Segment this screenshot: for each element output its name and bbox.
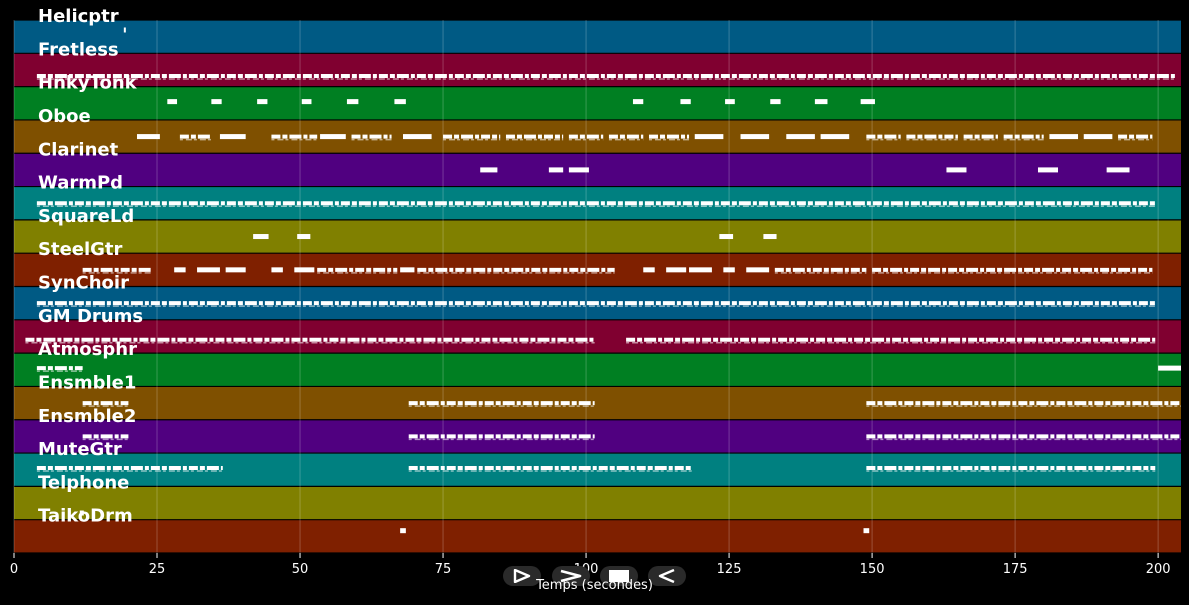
track-label: SteelGtr [38, 239, 123, 260]
track-label: Helicptr [38, 6, 119, 27]
note [1158, 365, 1181, 371]
track-label: Atmosphr [38, 339, 137, 360]
note [863, 528, 870, 534]
note [320, 134, 346, 140]
fast-forward-icon [560, 569, 582, 583]
note [253, 234, 269, 240]
note [946, 167, 967, 173]
note [1037, 167, 1059, 173]
note [123, 27, 126, 33]
track-label: Ensmble1 [38, 372, 136, 393]
note [770, 99, 781, 105]
track-band [14, 219, 1181, 254]
note [480, 167, 498, 173]
note [680, 99, 691, 105]
track-label: Oboe [38, 106, 91, 127]
step-forward-icon [513, 569, 531, 583]
track-band [14, 519, 1181, 553]
track-label: Telphone [38, 472, 129, 493]
x-tick-label: 50 [292, 562, 309, 577]
note [548, 167, 564, 173]
x-tick-label: 175 [1003, 562, 1028, 577]
piano-roll-chart: Helicptr Fretless HnkyTonk Oboe Clarinet Warm… [10, 6, 1181, 577]
track-band [14, 86, 1181, 120]
stop-button[interactable] [600, 566, 638, 586]
note [400, 267, 415, 273]
note [271, 267, 283, 273]
note [136, 134, 160, 140]
track-label: MuteGtr [38, 439, 122, 460]
note [174, 267, 186, 273]
note [403, 134, 432, 140]
track-band [14, 486, 1181, 520]
track-label: Fretless [38, 39, 119, 60]
note [167, 99, 178, 105]
x-tick-label: 150 [860, 562, 885, 577]
note [294, 267, 315, 273]
x-tick-label: 75 [435, 562, 452, 577]
note [689, 267, 712, 273]
track-label: SquareLd [38, 206, 134, 227]
x-tick-label: 25 [149, 562, 166, 577]
rewind-button[interactable] [648, 566, 686, 586]
track-label: WarmPd [38, 173, 123, 194]
note [568, 167, 589, 173]
track-label: Clarinet [38, 139, 119, 160]
note [400, 528, 406, 534]
track-band [14, 319, 1181, 354]
stop-icon [609, 570, 629, 582]
note [632, 99, 644, 105]
note [301, 99, 312, 105]
note [1106, 167, 1130, 173]
note [666, 267, 687, 273]
track-label: GM Drums [38, 306, 143, 327]
note [786, 134, 815, 140]
track-band [14, 153, 1181, 187]
note [297, 234, 311, 240]
rewind-icon [658, 569, 675, 583]
note [225, 267, 246, 273]
note [1083, 134, 1113, 140]
note [723, 267, 735, 273]
track-band [14, 20, 1181, 54]
note [820, 134, 850, 140]
track-label: HnkyTonk [38, 73, 138, 94]
track-label: TaikoDrm [38, 506, 133, 527]
track-label: SynChoir [38, 273, 129, 294]
note [860, 99, 875, 105]
note [643, 267, 655, 273]
track-band [14, 353, 1181, 387]
note [211, 99, 222, 105]
note [763, 234, 777, 240]
step-forward-button[interactable] [503, 566, 541, 586]
x-tick-label: 125 [717, 562, 742, 577]
note [814, 99, 828, 105]
track-label: Ensmble2 [38, 406, 136, 427]
note [694, 134, 724, 140]
fast-forward-button[interactable] [552, 566, 590, 586]
note [346, 99, 359, 105]
note [740, 134, 770, 140]
x-tick-label: 200 [1146, 562, 1171, 577]
x-tick-label: 0 [10, 562, 18, 577]
note [1049, 134, 1079, 140]
note [725, 99, 735, 105]
note [219, 134, 246, 140]
note [257, 99, 268, 105]
note [197, 267, 220, 273]
note [746, 267, 770, 273]
note [719, 234, 734, 240]
note [394, 99, 406, 105]
track-band [14, 53, 1181, 87]
